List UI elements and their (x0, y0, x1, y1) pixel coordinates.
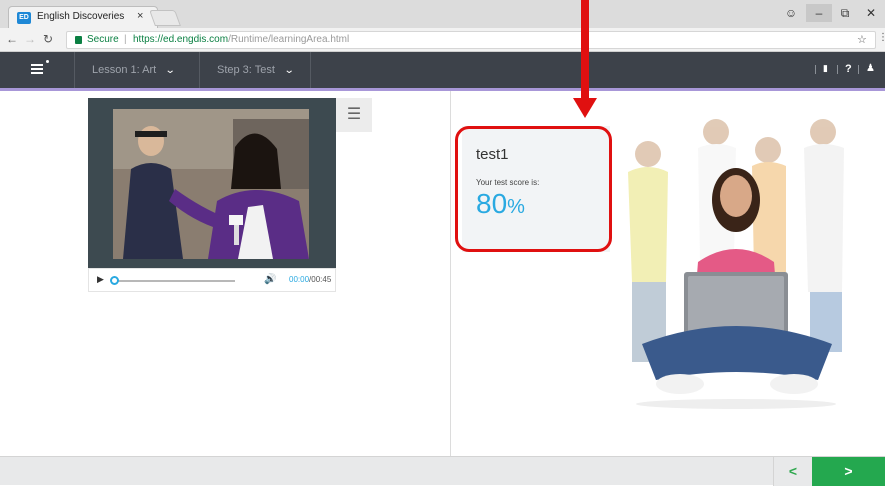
time-total: /00:45 (309, 275, 332, 284)
user-icon[interactable]: ♟ (866, 63, 875, 74)
step-label: Step 3: Test (217, 64, 275, 76)
browser-tab-bar: ED English Discoveries × ☺ – ⧉ ✕ (0, 0, 885, 28)
help-icon[interactable]: ? (845, 63, 852, 75)
url-host: https://ed.engdis.com (133, 34, 229, 45)
next-button[interactable]: > (812, 457, 885, 486)
header-divider (310, 52, 311, 88)
footer-bar: < > (0, 456, 885, 486)
progress-handle[interactable] (110, 276, 119, 285)
minimize-icon[interactable]: – (806, 4, 832, 22)
menu-icon (31, 64, 43, 74)
new-tab-button[interactable] (149, 10, 181, 26)
menu-button[interactable] (0, 52, 75, 88)
notes-icon[interactable]: ☰ (336, 98, 372, 132)
header-divider (858, 65, 859, 74)
url-input[interactable]: Secure | https://ed.engdis.com/Runtime/l… (66, 31, 876, 49)
video-time: 00:00/00:45 (289, 275, 331, 284)
annotation-arrow (581, 0, 589, 100)
tab-title: English Discoveries (37, 11, 125, 22)
volume-icon[interactable]: 🔊 (264, 274, 276, 285)
favicon-icon: ED (17, 12, 31, 24)
video-progress-bar[interactable] (110, 276, 235, 285)
header-divider (837, 65, 838, 74)
browser-menu-icon[interactable]: ⋮ (878, 32, 885, 43)
menu-notification-dot (46, 60, 49, 63)
previous-button[interactable]: < (773, 457, 812, 486)
reload-icon[interactable]: ↻ (43, 32, 53, 46)
window-close-icon[interactable]: ✕ (858, 4, 884, 22)
lesson-label: Lesson 1: Art (92, 64, 157, 76)
url-path: /Runtime/learningArea.html (228, 34, 350, 45)
step-dropdown[interactable]: Step 3: Test ⌄ (217, 52, 295, 88)
video-frame (113, 109, 309, 259)
header-accent-line (0, 88, 885, 91)
lock-icon (75, 36, 82, 44)
url-text: https://ed.engdis.com/Runtime/learningAr… (133, 34, 349, 45)
address-bar: ← → ↻ Secure | https://ed.engdis.com/Run… (0, 28, 885, 52)
students-illustration (628, 119, 844, 409)
secure-label: Secure (87, 34, 119, 45)
app-header: Lesson 1: Art ⌄ Step 3: Test ⌄ ▮ ? ♟ (0, 52, 885, 88)
time-current: 00:00 (289, 275, 310, 284)
lesson-dropdown[interactable]: Lesson 1: Art ⌄ (92, 52, 176, 88)
annotation-arrow-head (573, 98, 597, 118)
url-divider: | (124, 34, 127, 45)
forward-icon[interactable]: → (24, 32, 36, 46)
star-icon[interactable]: ☆ (857, 33, 867, 46)
highlight-annotation (455, 126, 612, 252)
back-icon[interactable]: ← (6, 32, 18, 46)
account-icon[interactable]: ☺ (778, 4, 804, 22)
chevron-down-icon: ⌄ (283, 65, 295, 76)
tab-close-icon[interactable]: × (137, 10, 143, 22)
browser-tab[interactable]: ED English Discoveries × (8, 6, 158, 28)
maximize-icon[interactable]: ⧉ (832, 4, 858, 22)
pane-divider (450, 91, 451, 456)
video-player[interactable] (88, 98, 336, 268)
header-divider (199, 52, 200, 88)
video-thumbnail (113, 109, 309, 259)
chevron-down-icon: ⌄ (164, 65, 176, 76)
chat-icon[interactable]: ▮ (823, 63, 828, 74)
header-divider (815, 65, 816, 74)
video-controls: ▶ 🔊 00:00/00:45 (88, 268, 336, 292)
play-icon[interactable]: ▶ (97, 274, 104, 285)
